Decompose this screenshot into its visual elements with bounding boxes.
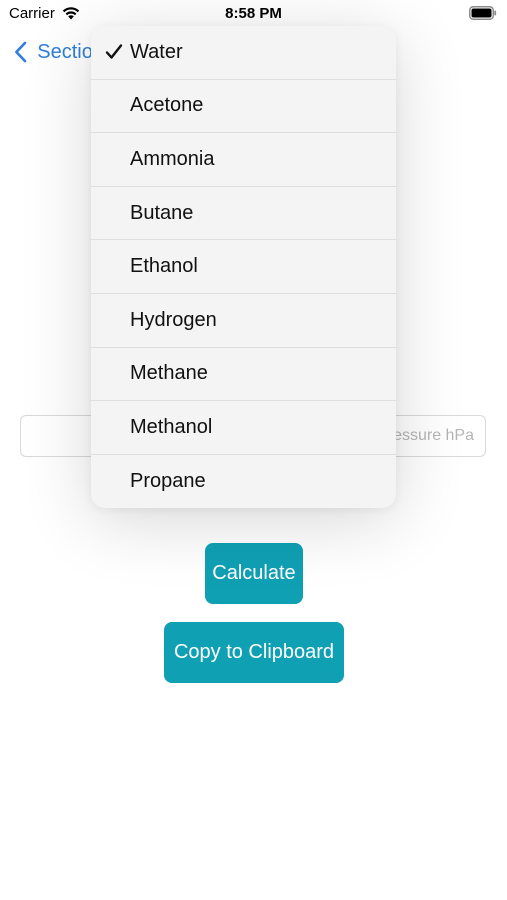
- menu-item-label: Hydrogen: [130, 308, 217, 331]
- menu-item-label: Methane: [130, 362, 208, 385]
- checkmark-icon: [105, 44, 123, 59]
- copy-to-clipboard-button[interactable]: Copy to Clipboard: [164, 622, 344, 683]
- menu-item-label: Butane: [130, 201, 194, 224]
- menu-item-label: Acetone: [130, 94, 204, 117]
- menu-item-butane[interactable]: Butane: [91, 187, 396, 241]
- menu-item-acetone[interactable]: Acetone: [91, 80, 396, 134]
- menu-item-propane[interactable]: Propane: [91, 455, 396, 508]
- menu-item-methane[interactable]: Methane: [91, 348, 396, 402]
- calculate-button[interactable]: Calculate: [205, 543, 303, 604]
- menu-item-label: Water: [130, 40, 183, 63]
- menu-item-label: Ethanol: [130, 255, 198, 278]
- menu-item-label: Methanol: [130, 415, 213, 438]
- menu-item-label: Propane: [130, 470, 206, 493]
- battery-icon: [469, 6, 497, 20]
- menu-item-ammonia[interactable]: Ammonia: [91, 133, 396, 187]
- menu-item-ethanol[interactable]: Ethanol: [91, 240, 396, 294]
- status-bar: Carrier 8:58 PM: [0, 0, 507, 28]
- clock: 8:58 PM: [225, 5, 282, 22]
- menu-item-label: Ammonia: [130, 147, 215, 170]
- menu-item-water[interactable]: Water: [91, 26, 396, 80]
- chevron-left-icon: [15, 41, 27, 63]
- substance-dropdown-menu: Water Acetone Ammonia Butane Ethanol Hyd…: [91, 26, 396, 508]
- menu-item-methanol[interactable]: Methanol: [91, 401, 396, 455]
- menu-item-hydrogen[interactable]: Hydrogen: [91, 294, 396, 348]
